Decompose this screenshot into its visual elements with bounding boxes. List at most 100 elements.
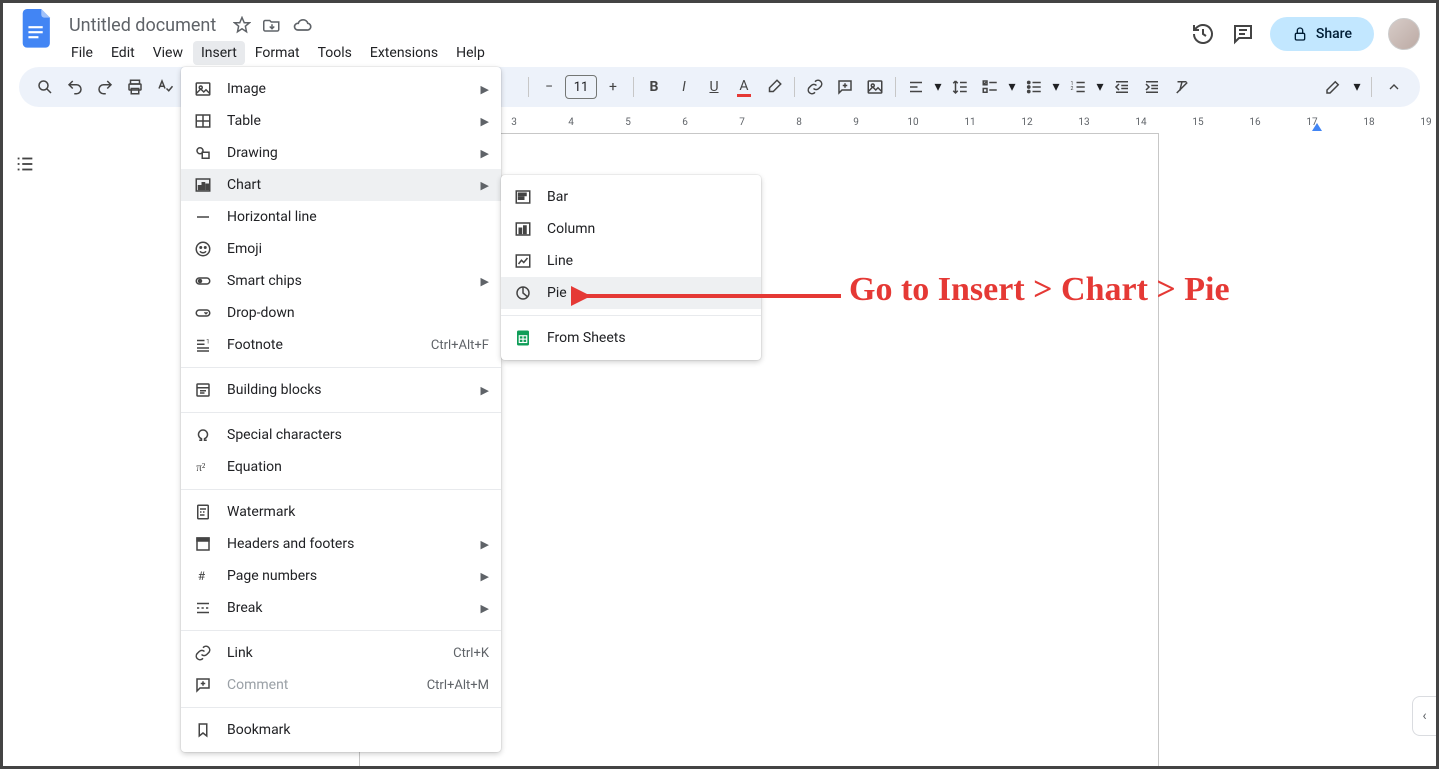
menu-item-label: Headers and footers — [227, 536, 467, 552]
chart-pie[interactable]: Pie — [501, 277, 761, 309]
search-tool[interactable] — [31, 73, 59, 101]
insert-emoji[interactable]: Emoji — [181, 233, 501, 265]
insert-watermark[interactable]: Watermark — [181, 496, 501, 528]
ruler-tick: 14 — [1135, 117, 1146, 128]
insert-link-tool[interactable] — [801, 73, 829, 101]
star-icon[interactable] — [232, 15, 252, 35]
ruler-tick: 4 — [568, 117, 574, 128]
indent-increase-tool[interactable] — [1138, 73, 1166, 101]
ruler-tick: 6 — [682, 117, 688, 128]
font-size-input[interactable]: 11 — [565, 75, 597, 99]
font-size-increase[interactable]: + — [599, 73, 627, 101]
font-size-decrease[interactable]: − — [535, 73, 563, 101]
text-color-tool[interactable]: A — [730, 73, 758, 101]
indent-decrease-tool[interactable] — [1108, 73, 1136, 101]
insert-smart-chips[interactable]: Smart chips ▶ — [181, 265, 501, 297]
line-spacing-tool[interactable] — [946, 73, 974, 101]
cloud-status-icon[interactable] — [292, 15, 312, 35]
spellcheck-tool[interactable] — [151, 73, 179, 101]
docs-logo[interactable] — [19, 11, 55, 47]
editing-mode-tool[interactable] — [1319, 73, 1347, 101]
comments-icon[interactable] — [1230, 21, 1256, 47]
insert-bookmark[interactable]: Bookmark — [181, 714, 501, 746]
move-icon[interactable] — [262, 15, 282, 35]
avatar[interactable] — [1388, 18, 1420, 50]
insert-page-numbers[interactable]: #Page numbers▶ — [181, 560, 501, 592]
print-tool[interactable] — [121, 73, 149, 101]
insert-headers-and-footers[interactable]: Headers and footers▶ — [181, 528, 501, 560]
doc-title[interactable]: Untitled document — [63, 13, 222, 38]
menu-item-label: Equation — [227, 459, 489, 475]
insert-equation[interactable]: π² Equation — [181, 451, 501, 483]
editing-mode-dropdown[interactable]: ▾ — [1351, 79, 1363, 95]
collapse-toolbar[interactable] — [1380, 73, 1408, 101]
insert-image[interactable]: Image▶ — [181, 73, 501, 105]
menu-file[interactable]: File — [63, 41, 101, 65]
ruler-tick: 15 — [1192, 117, 1203, 128]
submenu-arrow-icon: ▶ — [481, 275, 489, 288]
insert-footnote[interactable]: 1FootnoteCtrl+Alt+F — [181, 329, 501, 361]
ruler-tick: 5 — [625, 117, 631, 128]
side-panel-toggle[interactable]: ‹ — [1412, 696, 1436, 736]
insert-building-blocks[interactable]: Building blocks▶ — [181, 374, 501, 406]
outline-toggle-icon[interactable] — [14, 153, 38, 177]
menu-extensions[interactable]: Extensions — [362, 41, 446, 65]
submenu-arrow-icon: ▶ — [481, 602, 489, 615]
menu-shortcut: Ctrl+K — [453, 646, 489, 661]
insert-horizontal-line[interactable]: Horizontal line — [181, 201, 501, 233]
insert-image-tool[interactable] — [861, 73, 889, 101]
menu-edit[interactable]: Edit — [103, 41, 143, 65]
chart-from-sheets[interactable]: From Sheets — [501, 322, 761, 354]
chart-bar[interactable]: Bar — [501, 181, 761, 213]
insert-drawing[interactable]: Drawing▶ — [181, 137, 501, 169]
chart-column[interactable]: Column — [501, 213, 761, 245]
insert-chart[interactable]: Chart▶ — [181, 169, 501, 201]
numbered-dropdown[interactable]: ▾ — [1094, 79, 1106, 95]
menu-item-label: Horizontal line — [227, 209, 489, 225]
redo-tool[interactable] — [91, 73, 119, 101]
menu-item-label: Drop-down — [227, 305, 489, 321]
highlight-tool[interactable] — [760, 73, 788, 101]
insert-link[interactable]: LinkCtrl+K — [181, 637, 501, 669]
insert-table[interactable]: Table▶ — [181, 105, 501, 137]
column-icon — [513, 219, 533, 239]
insert-comment-tool[interactable] — [831, 73, 859, 101]
menu-format[interactable]: Format — [247, 41, 308, 65]
checklist-dropdown[interactable]: ▾ — [1006, 79, 1018, 95]
menu-insert[interactable]: Insert — [193, 41, 245, 65]
ruler-tick: 12 — [1021, 117, 1032, 128]
menu-item-label: Page numbers — [227, 568, 467, 584]
chart-line[interactable]: Line — [501, 245, 761, 277]
align-tool[interactable] — [902, 73, 930, 101]
ruler-tick: 7 — [739, 117, 745, 128]
bulleted-list-tool[interactable] — [1020, 73, 1048, 101]
clear-format-tool[interactable] — [1168, 73, 1196, 101]
italic-tool[interactable]: I — [670, 73, 698, 101]
menu-tools[interactable]: Tools — [310, 41, 360, 65]
underline-tool[interactable]: U — [700, 73, 728, 101]
ruler-tick: 13 — [1078, 117, 1089, 128]
share-button[interactable]: Share — [1270, 17, 1374, 51]
bold-tool[interactable]: B — [640, 73, 668, 101]
checklist-tool[interactable] — [976, 73, 1004, 101]
svg-text:π²: π² — [196, 462, 206, 474]
bulleted-dropdown[interactable]: ▾ — [1050, 79, 1062, 95]
align-dropdown[interactable]: ▾ — [932, 79, 944, 95]
numbered-list-tool[interactable]: 12 — [1064, 73, 1092, 101]
undo-tool[interactable] — [61, 73, 89, 101]
menu-help[interactable]: Help — [448, 41, 493, 65]
menu-item-label: Break — [227, 600, 467, 616]
menu-shortcut: Ctrl+Alt+M — [427, 678, 489, 693]
insert-break[interactable]: Break ▶ — [181, 592, 501, 624]
menu-shortcut: Ctrl+Alt+F — [431, 338, 489, 353]
insert-special-characters[interactable]: Special characters — [181, 419, 501, 451]
chips-icon — [193, 271, 213, 291]
menu-item-label: Smart chips — [227, 273, 467, 289]
history-icon[interactable] — [1190, 21, 1216, 47]
menu-view[interactable]: View — [145, 41, 191, 65]
insert-drop-down[interactable]: Drop-down — [181, 297, 501, 329]
submenu-arrow-icon: ▶ — [481, 83, 489, 96]
break-icon — [193, 598, 213, 618]
ruler-tick: 11 — [964, 117, 975, 128]
menu-item-label: Drawing — [227, 145, 467, 161]
